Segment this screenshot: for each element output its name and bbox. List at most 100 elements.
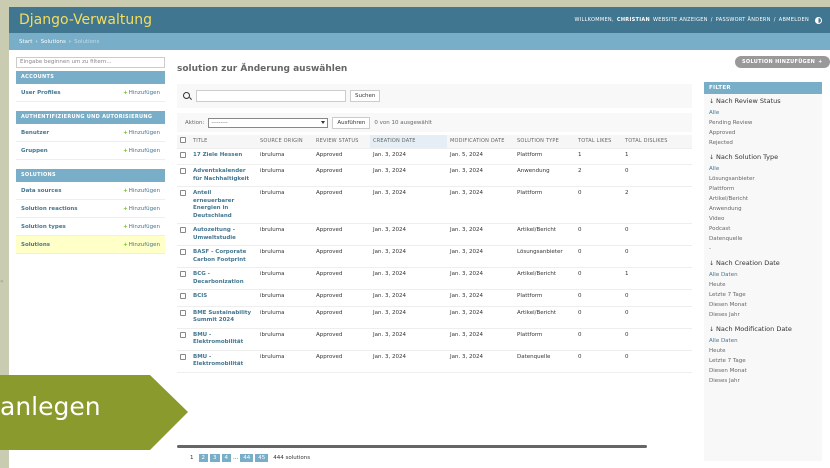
filter-option[interactable]: Diesen Monat (709, 366, 817, 376)
checkbox[interactable] (180, 151, 186, 158)
run-action-button[interactable]: Ausführen (332, 116, 371, 129)
checkbox[interactable] (180, 271, 186, 277)
row-checkbox[interactable] (177, 245, 190, 268)
cell-title[interactable]: BME Sustainability Summit 2024 (190, 306, 257, 329)
add-link[interactable]: + Hinzufügen (123, 206, 160, 212)
filter-option[interactable]: Lösungsanbieter (709, 174, 817, 184)
sidebar-item-user-profiles[interactable]: User Profiles + Hinzufügen (16, 84, 165, 102)
column-header-creation-date[interactable]: CREATION DATE (370, 135, 447, 149)
sidebar-item-solution-types[interactable]: Solution types + Hinzufügen (16, 218, 165, 236)
checkbox[interactable] (180, 331, 186, 338)
column-header-total-dislikes[interactable]: TOTAL DISLIKES (622, 135, 692, 149)
checkbox[interactable] (180, 249, 186, 255)
model-link[interactable]: Benutzer (21, 130, 49, 136)
add-link[interactable]: + Hinzufügen (123, 90, 160, 96)
sidebar-item-solution-reactions[interactable]: Solution reactions + Hinzufügen (16, 200, 165, 218)
row-checkbox[interactable] (177, 267, 190, 290)
column-header-review-status[interactable]: REVIEW STATUS (313, 135, 370, 149)
filter-option[interactable]: Anwendung (709, 204, 817, 214)
theme-toggle-icon[interactable] (815, 16, 822, 24)
sidebar-item-solutions[interactable]: Solutions + Hinzufügen (16, 236, 165, 254)
model-link[interactable]: User Profiles (21, 90, 61, 96)
checkbox[interactable] (180, 168, 186, 174)
filter-option[interactable]: Alle (709, 164, 817, 174)
row-checkbox[interactable] (177, 223, 190, 246)
filter-option[interactable]: Artikel/Bericht (709, 194, 817, 204)
model-link[interactable]: Solution reactions (21, 206, 78, 212)
select-all-checkbox[interactable] (177, 135, 190, 149)
cell-title[interactable]: Autozeitung - Umweltstudie (190, 223, 257, 246)
filter-option[interactable]: Approved (709, 128, 817, 138)
search-button[interactable]: Suchen (350, 90, 381, 102)
row-checkbox[interactable] (177, 186, 190, 224)
checkbox[interactable] (180, 227, 186, 233)
checkbox[interactable] (180, 309, 186, 316)
add-link[interactable]: + Hinzufügen (123, 130, 160, 136)
filter-option[interactable]: Rejected (709, 138, 817, 148)
row-checkbox[interactable] (177, 328, 190, 351)
filter-heading[interactable]: ↓ Nach Solution Type (709, 153, 817, 161)
nav-filter-input[interactable]: Eingabe beginnen um zu filtern... (16, 57, 165, 68)
cell-title[interactable]: Adventskalender für Nachhaltigkeit (190, 164, 257, 187)
row-checkbox[interactable] (177, 148, 190, 165)
site-brand[interactable]: Django-Verwaltung (19, 12, 152, 28)
link-logout[interactable]: ABMELDEN (779, 17, 809, 23)
filter-option[interactable]: Letzte 7 Tage (709, 290, 817, 300)
sidebar-collapse-icon[interactable]: « (0, 278, 4, 285)
row-checkbox[interactable] (177, 164, 190, 187)
column-header-modification-date[interactable]: MODIFICATION DATE (447, 135, 514, 149)
search-input[interactable] (196, 90, 346, 102)
app-caption[interactable]: AUTHENTIFIZIERUNG UND AUTORISIERUNG (16, 111, 165, 124)
cell-title[interactable]: BCIS (190, 289, 257, 307)
column-header-total-likes[interactable]: TOTAL LIKES (575, 135, 622, 149)
page-link[interactable]: 45 (255, 454, 269, 462)
page-link[interactable]: 44 (240, 454, 254, 462)
action-select[interactable]: --------- (208, 117, 329, 128)
add-link[interactable]: + Hinzufügen (123, 188, 160, 194)
filter-option[interactable]: Alle Daten (709, 270, 817, 280)
model-link[interactable]: Gruppen (21, 148, 48, 154)
filter-heading[interactable]: ↓ Nach Modification Date (709, 325, 817, 333)
filter-option[interactable]: Pending Review (709, 118, 817, 128)
cell-title[interactable]: BMU - Elektromobilität (190, 350, 257, 373)
breadcrumb-app[interactable]: Solutions (41, 39, 66, 45)
cell-title[interactable]: BCG - Decarbonization (190, 267, 257, 290)
filter-option[interactable]: Plattform (709, 184, 817, 194)
checkbox[interactable] (180, 293, 186, 299)
checkbox[interactable] (180, 137, 186, 144)
filter-option[interactable]: Heute (709, 280, 817, 290)
link-change-password[interactable]: PASSWORT ÄNDERN (716, 17, 771, 23)
row-checkbox[interactable] (177, 289, 190, 307)
sidebar-item-gruppen[interactable]: Gruppen + Hinzufügen (16, 142, 165, 160)
filter-option[interactable]: Alle Daten (709, 336, 817, 346)
filter-option[interactable]: Datenquelle (709, 234, 817, 244)
filter-heading[interactable]: ↓ Nach Creation Date (709, 259, 817, 267)
filter-option[interactable]: Video (709, 214, 817, 224)
add-link[interactable]: + Hinzufügen (123, 242, 160, 248)
model-link[interactable]: Solutions (21, 242, 50, 248)
app-caption[interactable]: ACCOUNTS (16, 71, 165, 84)
breadcrumb-home[interactable]: Start (19, 39, 32, 45)
sidebar-item-data-sources[interactable]: Data sources + Hinzufügen (16, 182, 165, 200)
cell-title[interactable]: BMU - Elektromobilität (190, 328, 257, 351)
sidebar-item-benutzer[interactable]: Benutzer + Hinzufügen (16, 124, 165, 142)
filter-option[interactable]: Dieses Jahr (709, 310, 817, 320)
filter-option[interactable]: Heute (709, 346, 817, 356)
filter-option[interactable]: Podcast (709, 224, 817, 234)
link-view-site[interactable]: WEBSITE ANZEIGEN (653, 17, 708, 23)
checkbox[interactable] (180, 353, 186, 360)
add-link[interactable]: + Hinzufügen (123, 224, 160, 230)
app-caption[interactable]: SOLUTIONS (16, 169, 165, 182)
page-link[interactable]: 4 (221, 454, 231, 462)
row-checkbox[interactable] (177, 306, 190, 329)
filter-option[interactable]: Dieses Jahr (709, 376, 817, 386)
filter-option[interactable]: Diesen Monat (709, 300, 817, 310)
model-link[interactable]: Solution types (21, 224, 66, 230)
column-header-source-origin[interactable]: SOURCE ORIGIN (257, 135, 313, 149)
horizontal-scrollbar[interactable] (177, 445, 647, 448)
filter-option[interactable]: Alle (709, 108, 817, 118)
column-header-solution-type[interactable]: SOLUTION TYPE (514, 135, 575, 149)
filter-option[interactable]: - (709, 244, 817, 254)
cell-title[interactable]: Anteil erneuerbarer Energien in Deutschl… (190, 186, 257, 224)
add-solution-button[interactable]: SOLUTION HINZUFÜGEN + (735, 56, 830, 68)
